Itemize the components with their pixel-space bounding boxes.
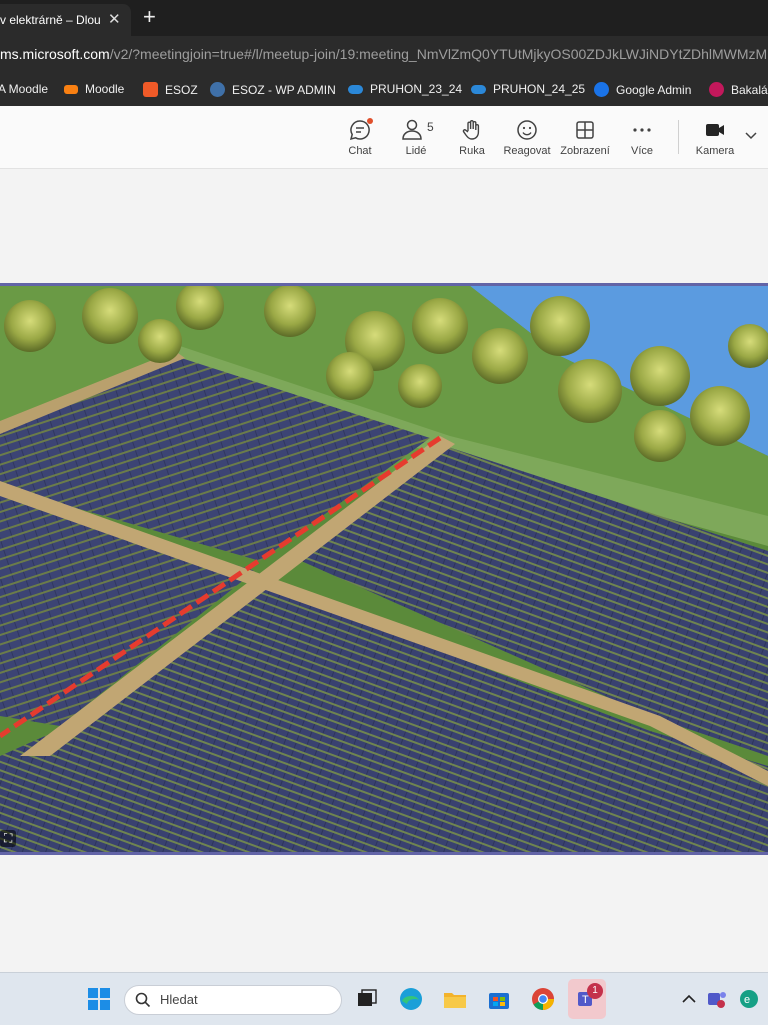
chat-button[interactable]: Chat [332,118,388,157]
camera-options-chevron-icon[interactable] [744,128,758,147]
people-icon: 5 [402,119,434,140]
url-path: /v2/?meetingjoin=true#/l/meetup-join/19:… [109,46,768,62]
video-fit-icon[interactable]: ⛶ [0,829,17,847]
windows-start-icon[interactable] [86,986,112,1012]
onedrive-icon [471,84,486,94]
svg-text:e: e [744,994,750,1006]
eset-icon[interactable]: e [736,986,762,1012]
search-icon [135,992,151,1008]
view-label: Zobrazení [560,145,610,157]
meeting-stage: ⛶ [0,169,768,972]
url-text[interactable]: ms.microsoft.com/v2/?meetingjoin=true#/l… [0,46,767,62]
smiley-icon [517,120,537,140]
search-placeholder: Hledat [160,992,198,1007]
people-label: Lidé [405,145,427,157]
people-button[interactable]: 5 Lidé [388,118,444,157]
teams-notification-badge: 1 [587,983,603,999]
react-label: Reagovat [503,145,551,157]
tab-title: v elektrárně – Dlouh [0,13,100,27]
wordpress-icon [210,82,225,97]
close-tab-icon[interactable]: ✕ [108,10,121,28]
bakalari-icon [709,82,724,97]
solar-farm-scene [0,286,768,852]
bookmark-moodle-a[interactable]: A Moodle [0,82,48,96]
moodle-icon [64,84,78,94]
bookmark-google-admin[interactable]: Google Admin [594,82,691,97]
store-icon[interactable] [486,986,512,1012]
teams-tray-icon[interactable] [704,986,730,1012]
bookmark-bakalari[interactable]: Bakalá [709,82,768,97]
taskbar-search[interactable]: Hledat [124,985,342,1015]
file-explorer-icon[interactable] [442,986,468,1012]
toolbar-divider [678,120,679,154]
address-bar[interactable]: ms.microsoft.com/v2/?meetingjoin=true#/l… [0,36,768,74]
meeting-toolbar: Chat 5 Lidé Ruka Reagovat Zobrazení Více… [0,106,768,169]
view-button[interactable]: Zobrazení [557,118,613,157]
people-count: 5 [427,120,434,134]
chat-unread-dot [367,118,373,124]
more-label: Více [630,145,653,157]
camera-label: Kamera [695,145,735,157]
chrome-icon[interactable] [530,986,556,1012]
esoz-icon [143,82,158,97]
task-view-icon[interactable] [354,986,380,1012]
onedrive-icon [348,84,363,94]
bookmark-moodle[interactable]: Moodle [64,82,124,96]
browser-tab-strip: v elektrárně – Dlouh ✕ + [0,0,768,36]
browser-tab-active[interactable]: v elektrárně – Dlouh ✕ [0,4,131,36]
video-controls: ⛶ [0,827,17,849]
google-admin-icon [594,82,609,97]
url-host: ms.microsoft.com [0,46,110,62]
bookmarks-bar: A Moodle Moodle ESOZ ESOZ - WP ADMIN PRU… [0,74,768,106]
chevron-up-icon[interactable] [676,986,702,1012]
more-icon [633,128,651,132]
bookmark-pruhon-23-24[interactable]: PRUHON_23_24 [348,82,462,96]
grid-view-icon [576,121,594,139]
edge-icon[interactable] [398,986,424,1012]
chat-label: Chat [348,145,372,157]
hand-label: Ruka [459,145,485,157]
windows-taskbar: Hledat T e [0,972,768,1025]
camera-button[interactable]: Kamera [687,118,743,157]
raise-hand-button[interactable]: Ruka [444,118,500,157]
react-button[interactable]: Reagovat [499,118,555,157]
bookmark-esoz-wp-admin[interactable]: ESOZ - WP ADMIN [210,82,336,97]
hand-icon [462,120,480,140]
more-button[interactable]: Více [614,118,670,157]
shared-video[interactable]: ⛶ [0,283,768,855]
camera-icon [706,124,724,136]
bookmark-esoz[interactable]: ESOZ [143,82,198,97]
bookmark-pruhon-24-25[interactable]: PRUHON_24_25 [471,82,585,96]
new-tab-icon[interactable]: + [143,4,156,30]
